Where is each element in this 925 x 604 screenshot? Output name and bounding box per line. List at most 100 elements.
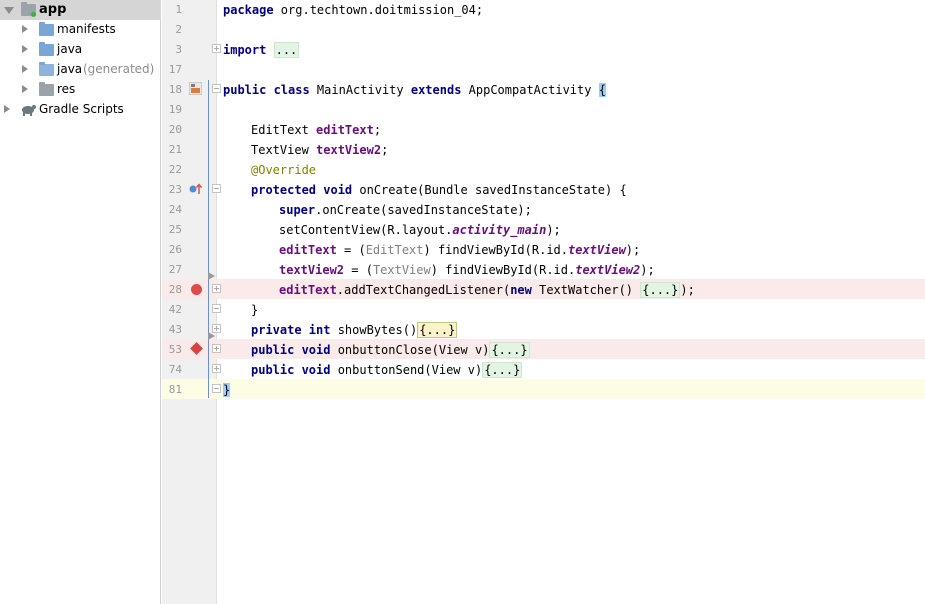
matched-brace: }	[223, 383, 231, 397]
line-number: 27	[168, 263, 182, 276]
tree-item-label: res	[57, 82, 76, 96]
fold-collapse-icon[interactable]	[212, 84, 221, 93]
code-line-21[interactable]: TextView textView2;	[251, 140, 388, 160]
fold-arrow-icon[interactable]	[208, 272, 215, 280]
collapse-arrow-icon[interactable]	[22, 45, 28, 53]
folder-icon	[39, 22, 54, 36]
code-text: .onCreate(savedInstanceState);	[315, 203, 532, 217]
annotation: @Override	[251, 163, 317, 177]
module-badge-icon	[31, 12, 36, 17]
fold-collapse-icon[interactable]	[212, 384, 221, 393]
code-line-53[interactable]: public void onbuttonClose(View v) {...}	[251, 340, 530, 360]
redundant-cast: TextView	[372, 263, 431, 277]
class-name: MainActivity	[309, 83, 411, 97]
code-line-18[interactable]: public class MainActivity extends AppCom…	[223, 80, 606, 100]
field-name: editText	[279, 283, 337, 297]
expand-arrow-icon[interactable]	[4, 7, 14, 14]
code-text: );	[680, 283, 695, 297]
keyword: extends	[410, 83, 462, 97]
code-line-74[interactable]: public void onbuttonSend(View v) {...}	[251, 360, 523, 380]
code-text: TextWatcher()	[531, 283, 641, 297]
resource-folder-icon	[39, 82, 54, 96]
breakpoint-icon[interactable]	[191, 284, 202, 295]
fold-expand-icon[interactable]	[212, 284, 221, 293]
tree-item-java-generated[interactable]: java (generated)	[0, 60, 161, 80]
code-line-28[interactable]: editText.addTextChangedListener(new Text…	[279, 280, 695, 300]
fold-collapse-icon[interactable]	[212, 304, 221, 313]
line-number: 43	[168, 323, 182, 336]
code-text: setContentView(R.layout.	[279, 223, 453, 237]
tree-item-manifests[interactable]: manifests	[0, 20, 161, 40]
caret-line-highlight	[162, 379, 925, 399]
keyword: super	[279, 203, 316, 217]
static-field: textView2	[575, 263, 641, 277]
fold-expand-icon[interactable]	[212, 364, 221, 373]
static-field: textView	[568, 243, 626, 257]
code-text: onCreate(Bundle savedInstanceState) {	[352, 183, 627, 197]
code-line-27[interactable]: textView2 = (TextView) findViewById(R.id…	[279, 260, 655, 280]
code-line-1[interactable]: package org.techtown.doitmission_04;	[223, 0, 483, 20]
code-line-24[interactable]: super.onCreate(savedInstanceState);	[279, 200, 532, 220]
code-text: );	[640, 263, 655, 277]
tree-item-label: java	[57, 62, 83, 76]
tree-item-label: java	[57, 42, 83, 56]
project-tree: app manifests java java (generated) res …	[0, 0, 161, 604]
folded-imports[interactable]: ...	[273, 42, 300, 58]
tree-item-label: manifests	[57, 22, 116, 36]
code-text: = (	[344, 263, 373, 277]
fold-expand-icon[interactable]	[212, 344, 221, 353]
tree-item-label: app	[39, 2, 67, 17]
keyword: private int	[251, 323, 331, 337]
code-text: .addTextChangedListener(	[336, 283, 511, 297]
collapse-arrow-icon[interactable]	[22, 25, 28, 33]
code-line-20[interactable]: EditText editText;	[251, 120, 381, 140]
field-name: textView2	[316, 143, 382, 157]
line-number: 74	[168, 363, 182, 376]
fold-expand-icon[interactable]	[212, 44, 221, 53]
keyword: public class	[223, 83, 310, 97]
line-number: 3	[175, 43, 182, 56]
collapse-arrow-icon[interactable]	[22, 85, 28, 93]
code-line-26[interactable]: editText = (EditText) findViewById(R.id.…	[279, 240, 640, 260]
tree-item-java[interactable]: java	[0, 40, 161, 60]
override-method-icon[interactable]	[188, 183, 202, 195]
superclass-name: AppCompatActivity	[461, 83, 599, 97]
code-line-43[interactable]: private int showBytes() {...}	[251, 320, 458, 340]
tree-item-res[interactable]: res	[0, 80, 161, 100]
folded-block[interactable]: {...}	[482, 362, 523, 378]
line-number: 20	[168, 123, 182, 136]
code-text: ) findViewById(R.id.	[430, 263, 576, 277]
tree-item-app[interactable]: app	[0, 0, 161, 20]
fold-arrow-icon[interactable]	[208, 332, 215, 340]
code-line-42[interactable]: }	[251, 300, 258, 320]
keyword: protected void	[251, 183, 353, 197]
folded-block[interactable]: {...}	[640, 282, 681, 298]
gradle-icon	[22, 105, 36, 116]
code-line-25[interactable]: setContentView(R.layout.activity_main);	[279, 220, 561, 240]
keyword: public void	[251, 363, 331, 377]
line-number: 26	[168, 243, 182, 256]
collapse-arrow-icon[interactable]	[22, 65, 28, 73]
class-layout-icon[interactable]	[189, 82, 202, 95]
keyword: new	[510, 283, 532, 297]
code-line-23[interactable]: protected void onCreate(Bundle savedInst…	[251, 180, 627, 200]
field-name: textView2	[279, 263, 345, 277]
folder-icon	[39, 42, 54, 56]
tree-item-gradle-scripts[interactable]: Gradle Scripts	[0, 100, 161, 120]
code-line-81[interactable]: }	[223, 380, 231, 400]
folded-block[interactable]: {...}	[489, 342, 530, 358]
line-number: 22	[168, 163, 182, 176]
static-field: activity_main	[452, 223, 547, 237]
folded-block[interactable]: {...}	[417, 322, 458, 338]
fold-collapse-icon[interactable]	[212, 184, 221, 193]
code-line-22[interactable]: @Override	[251, 160, 316, 180]
code-text: ;	[373, 123, 382, 137]
collapse-arrow-icon[interactable]	[4, 105, 10, 113]
keyword: public void	[251, 343, 331, 357]
code-line-3[interactable]: import ...	[223, 40, 300, 60]
line-number: 2	[175, 23, 182, 36]
keyword: package	[223, 3, 274, 17]
code-text: ) findViewById(R.id.	[423, 243, 569, 257]
type-name: EditText	[251, 123, 317, 137]
tree-item-label: Gradle Scripts	[39, 102, 124, 116]
